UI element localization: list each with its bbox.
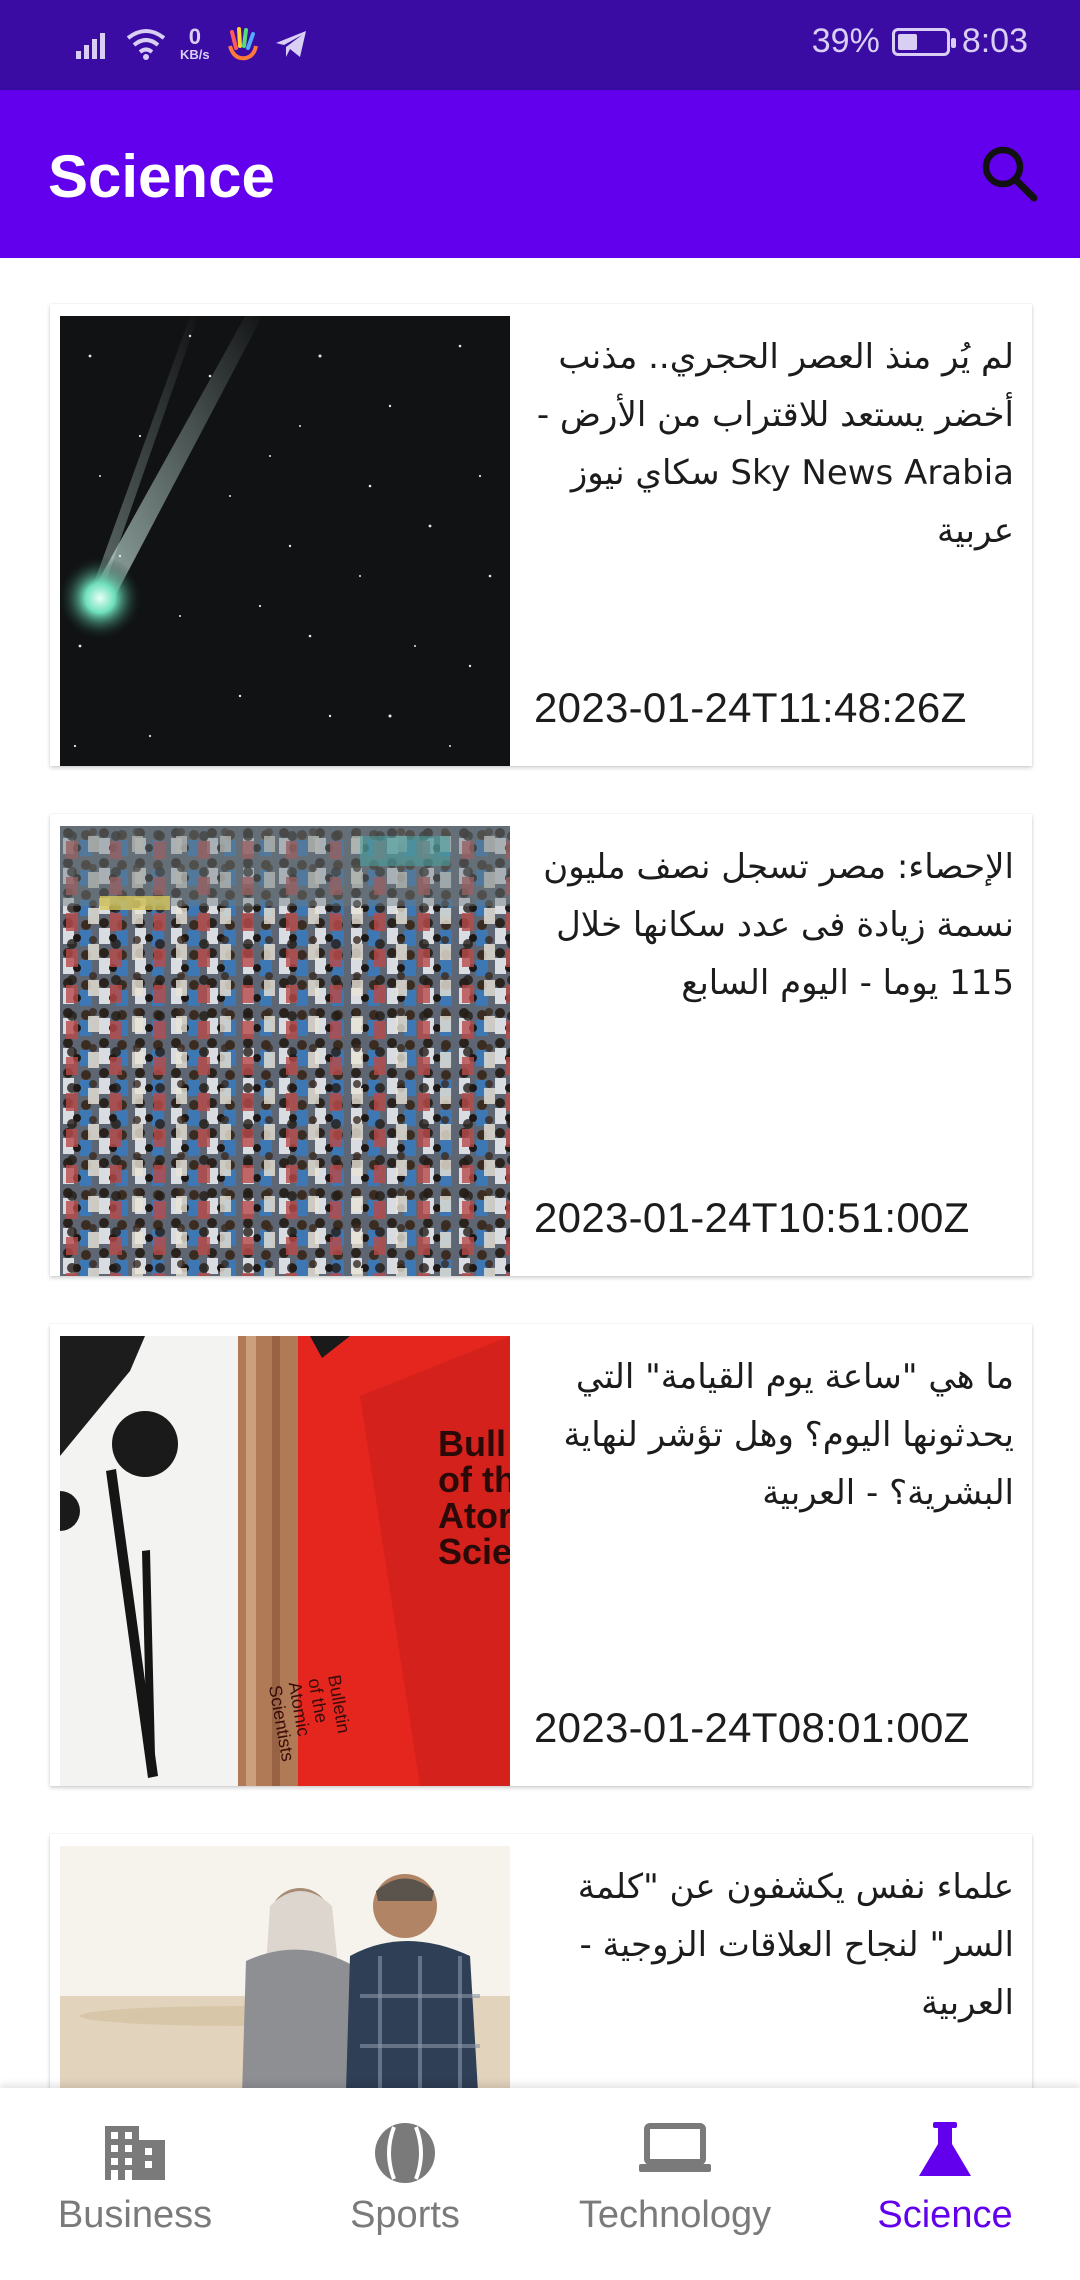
article-list[interactable]: لم يُر منذ العصر الحجري.. مذنب أخضر يستع… <box>0 258 1080 2088</box>
article-thumbnail: Bull of th Ator Scie Bulletin of the Ato… <box>60 1336 510 1786</box>
wifi-icon <box>126 29 166 60</box>
nav-item-sports[interactable]: Sports <box>270 2088 540 2280</box>
comet-image <box>60 316 510 766</box>
article-thumbnail <box>60 826 510 1276</box>
nav-label-technology: Technology <box>578 2194 772 2236</box>
flask-icon <box>919 2122 971 2176</box>
article-card[interactable]: لم يُر منذ العصر الحجري.. مذنب أخضر يستع… <box>50 304 1032 766</box>
telegram-icon <box>275 31 306 57</box>
svg-text:of th: of th <box>438 1459 510 1500</box>
doomsday-clock-image: Bull of th Ator Scie Bulletin of the Ato… <box>60 1336 510 1786</box>
article-thumbnail <box>60 1846 510 2088</box>
article-thumbnail <box>60 316 510 766</box>
status-icons: 0 KB/s <box>76 26 308 62</box>
nav-label-sports: Sports <box>350 2194 460 2236</box>
nav-item-science[interactable]: Science <box>810 2088 1080 2280</box>
hand-app-icon <box>227 27 258 61</box>
page-title: Science <box>48 143 275 210</box>
status-right: 39% 8:03 <box>812 22 1028 61</box>
article-headline: ما هي "ساعة يوم القيامة" التي يحدثونها ا… <box>563 1357 1014 1513</box>
banner-text: Bull <box>438 1423 506 1464</box>
clock: 8:03 <box>961 22 1028 60</box>
article-card[interactable]: علماء نفس يكشفون عن "كلمة السر" لنجاح ال… <box>50 1834 1032 2088</box>
ball-icon <box>375 2123 435 2183</box>
svg-text:Ator: Ator <box>438 1495 510 1536</box>
article-card[interactable]: الإحصاء: مصر تسجل نصف مليون نسمة زيادة ف… <box>50 814 1032 1276</box>
couple-image <box>60 1846 510 2088</box>
nav-label-business: Business <box>57 2194 213 2236</box>
signal-icon <box>76 33 105 59</box>
nav-item-business[interactable]: Business <box>0 2088 270 2280</box>
battery-icon <box>891 27 956 56</box>
article-headline: لم يُر منذ العصر الحجري.. مذنب أخضر يستع… <box>536 337 1014 551</box>
bottom-navigation: Business Sports Technology Science <box>0 2088 1080 2280</box>
battery-percent: 39% <box>811 22 880 60</box>
nav-label-science: Science <box>877 2194 1013 2236</box>
status-bar: 0 KB/s 39% 8:03 <box>0 0 1080 90</box>
battery-fill <box>897 33 917 50</box>
nav-item-technology[interactable]: Technology <box>540 2088 810 2280</box>
app-bar: Science <box>0 90 1080 258</box>
article-headline: الإحصاء: مصر تسجل نصف مليون نسمة زيادة ف… <box>543 847 1014 1003</box>
crowd-image <box>60 826 510 1276</box>
laptop-icon <box>639 2123 711 2172</box>
network-speed-unit: KB/s <box>180 47 210 62</box>
search-icon[interactable] <box>978 142 1042 206</box>
article-date: 2023-01-24T11:48:26Z <box>534 684 967 731</box>
article-headline: علماء نفس يكشفون عن "كلمة السر" لنجاح ال… <box>577 1867 1014 2023</box>
article-date: 2023-01-24T08:01:00Z <box>534 1704 970 1751</box>
article-date: 2023-01-24T10:51:00Z <box>534 1194 970 1241</box>
building-icon <box>105 2126 165 2180</box>
network-speed-value: 0 <box>188 24 201 49</box>
network-speed: 0 KB/s <box>180 26 210 62</box>
article-card[interactable]: Bull of th Ator Scie Bulletin of the Ato… <box>50 1324 1032 1786</box>
svg-text:Scie: Scie <box>438 1531 510 1572</box>
